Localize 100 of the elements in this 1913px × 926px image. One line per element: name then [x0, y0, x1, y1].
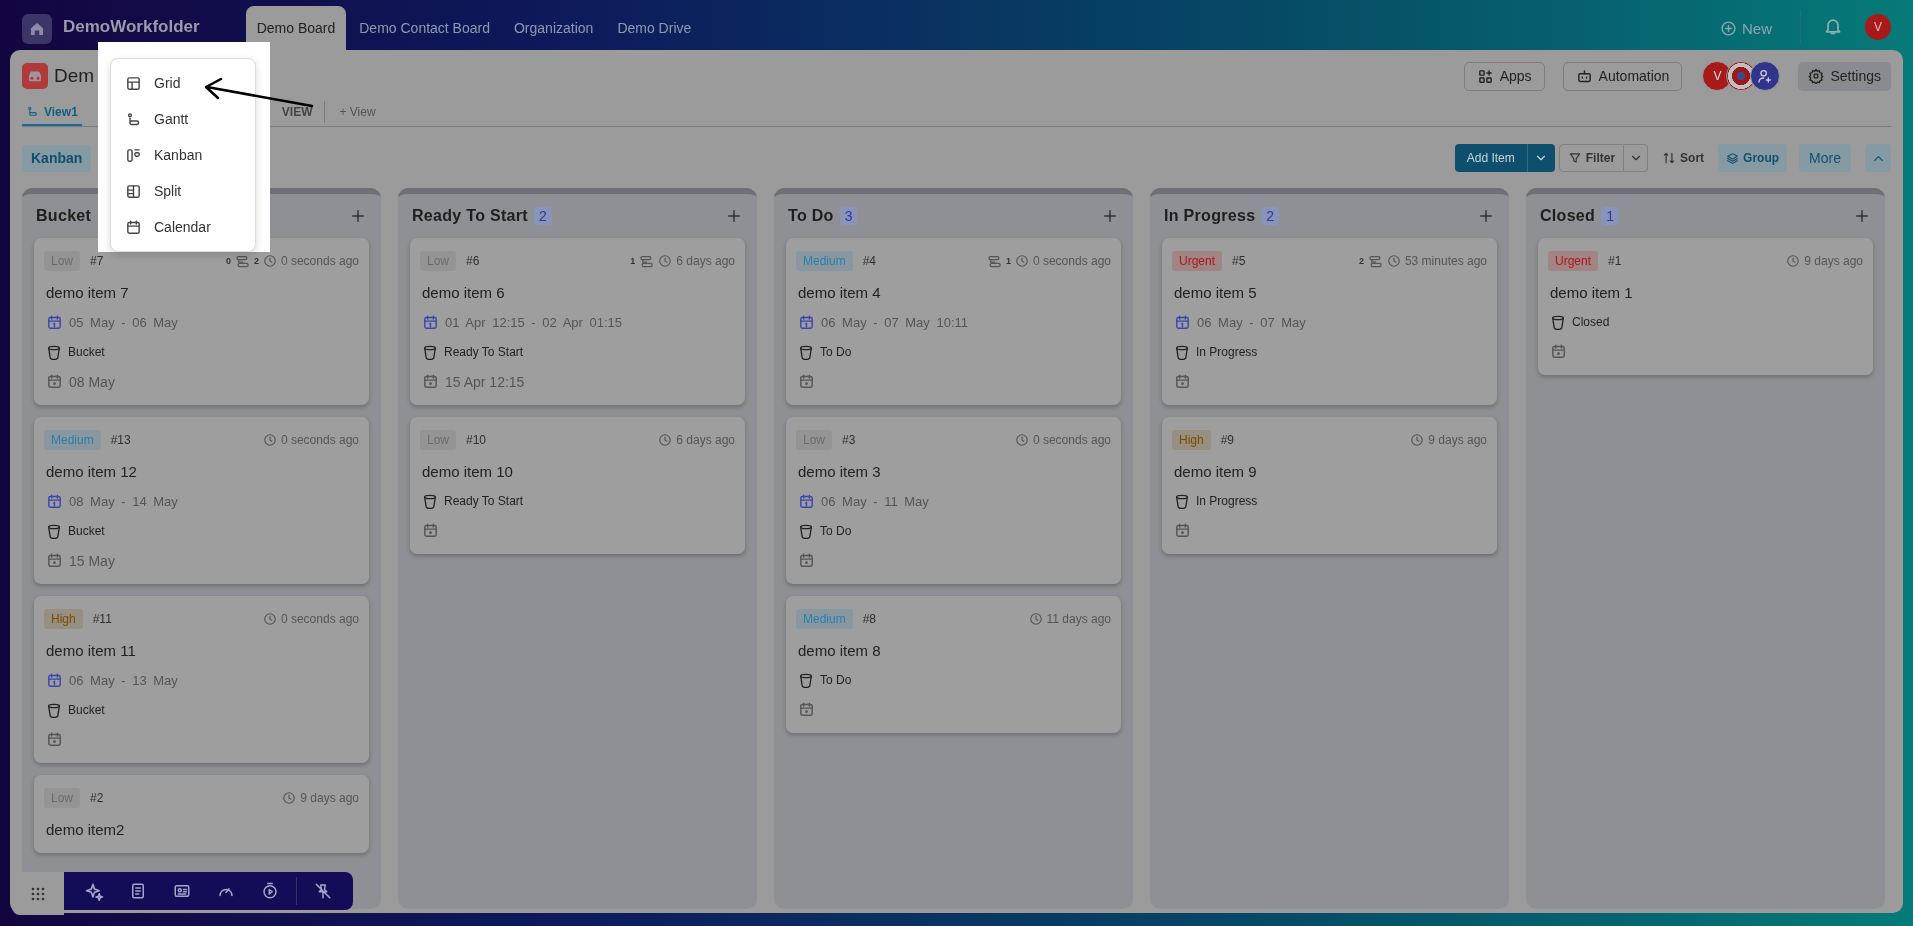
item-count: 2	[1261, 207, 1280, 225]
status-label: To Do	[820, 524, 852, 538]
updated-time: 0 seconds ago	[1032, 254, 1111, 268]
updated-time: 9 days ago	[1428, 433, 1487, 447]
date-range: 05 May - 06 May	[69, 315, 178, 330]
bucket-icon	[1174, 493, 1190, 509]
subtask-icon	[234, 253, 250, 269]
menu-item[interactable]: Gantt	[111, 101, 255, 137]
table-icon	[125, 74, 142, 92]
item-number: #4	[862, 254, 877, 268]
pin-off-icon	[314, 882, 332, 900]
item-number: #11	[92, 612, 112, 626]
gantt-icon	[125, 110, 142, 128]
card-title: demo item 12	[45, 463, 138, 480]
user-avatar[interactable]: V	[1865, 14, 1891, 40]
calendar-icon	[46, 314, 63, 331]
apps-button[interactable]: Apps	[1463, 61, 1545, 91]
bucket-icon	[422, 493, 438, 509]
clock-icon	[1014, 433, 1029, 447]
add-card-button[interactable]	[1101, 207, 1119, 225]
board-tab[interactable]: Demo Board	[245, 6, 347, 50]
board-tab[interactable]: Organization	[503, 6, 605, 50]
view-tab[interactable]: VIEW	[277, 99, 317, 126]
column-title: Closed	[1540, 207, 1596, 225]
clock-icon	[1014, 254, 1029, 268]
card-title: demo item 3	[797, 463, 882, 480]
priority-tag: Medium	[44, 430, 101, 450]
task-card[interactable]: Medium #8 11 days ago demo item 8 To Do	[786, 596, 1121, 733]
item-count: 3	[839, 207, 858, 225]
task-card[interactable]: Medium #13 0 seconds ago demo item 12 08 May - 14 May Bucket 15 May	[34, 417, 369, 584]
menu-item[interactable]: Split	[111, 173, 255, 209]
plus-circle-icon	[1720, 20, 1737, 37]
board-tab[interactable]: Demo Drive	[606, 6, 703, 50]
task-card[interactable]: Urgent #1 9 days ago demo item 1 Closed	[1538, 238, 1873, 375]
item-number: #10	[466, 433, 487, 447]
bucket-icon	[1174, 344, 1190, 360]
task-card[interactable]: Urgent #5 2 53 minutes ago demo item 5 06 May - 07 May In Progress	[1162, 238, 1497, 405]
more-button[interactable]: More	[1799, 144, 1851, 172]
home-button[interactable]	[22, 14, 52, 44]
status-label: To Do	[820, 673, 852, 687]
bucket-icon	[46, 702, 62, 718]
clock-icon	[1410, 433, 1425, 447]
add-user-icon	[1757, 68, 1774, 84]
item-number: #9	[1220, 433, 1235, 447]
add-card-button[interactable]	[725, 207, 743, 225]
plus-icon	[349, 207, 367, 225]
column-title: Ready To Start	[412, 207, 528, 225]
add-card-button[interactable]	[1853, 207, 1871, 225]
plus-icon	[1477, 207, 1495, 225]
status-label: Bucket	[68, 345, 105, 359]
subtask-count: 2	[1358, 256, 1364, 266]
updated-time: 9 days ago	[300, 791, 359, 805]
automation-button[interactable]: Automation	[1562, 61, 1683, 91]
add-card-button[interactable]	[1477, 207, 1495, 225]
add-item-button[interactable]: Add Item	[1454, 144, 1527, 172]
card-title: demo item 9	[1173, 463, 1258, 480]
add-card-button[interactable]	[349, 207, 367, 225]
sort-button[interactable]: Sort	[1656, 150, 1711, 166]
subtask-count: 0	[225, 256, 231, 266]
board-title: Dem	[54, 65, 95, 87]
plus-icon	[1853, 207, 1871, 225]
apps-icon	[1476, 67, 1494, 85]
task-card[interactable]: High #11 0 seconds ago demo item 11 06 May - 13 May Bucket	[34, 596, 369, 763]
invite-member-button[interactable]	[1750, 61, 1781, 91]
calendar-icon	[46, 493, 63, 510]
item-number: #6	[466, 254, 480, 268]
status-label: Closed	[1572, 315, 1610, 329]
task-card[interactable]: High #9 9 days ago demo item 9 In Progress	[1162, 417, 1497, 554]
clock-icon	[262, 612, 277, 626]
status-label: To Do	[820, 345, 852, 359]
menu-item[interactable]: Kanban	[111, 137, 255, 173]
bucket-icon	[422, 344, 438, 360]
date-range: 06 May - 07 May 10:11	[821, 315, 968, 330]
clock-icon	[658, 433, 673, 447]
layers-icon	[1726, 151, 1740, 165]
item-number: #2	[90, 791, 104, 805]
status-label: Bucket	[68, 524, 105, 538]
calendar-icon	[798, 314, 815, 331]
updated-time: 6 days ago	[676, 254, 735, 268]
card-title: demo item 11	[45, 642, 137, 659]
due-date-icon	[798, 373, 815, 390]
card-title: demo item 5	[1173, 284, 1258, 301]
bucket-icon	[798, 344, 814, 360]
filter-button[interactable]: Filter	[1558, 144, 1625, 172]
updated-time: 6 days ago	[676, 433, 735, 447]
apps-grid-button[interactable]	[12, 872, 64, 915]
notification-bell-icon	[1823, 16, 1843, 36]
status-label: Bucket	[68, 703, 105, 717]
calendar-icon	[1174, 314, 1191, 331]
board-tab[interactable]: Demo Contact Board	[348, 6, 501, 50]
status-label: In Progress	[1196, 345, 1258, 359]
task-card[interactable]: Medium #4 1 0 seconds ago demo item 4 06 May - 07 May 10:11 To Do	[786, 238, 1121, 405]
priority-tag: Medium	[796, 609, 853, 629]
subtask-count: 2	[253, 256, 259, 266]
date-range: 08 May - 14 May	[69, 494, 178, 509]
updated-time: 11 days ago	[1046, 612, 1111, 626]
settings-button[interactable]: Settings	[1798, 61, 1891, 91]
updated-time: 0 seconds ago	[1032, 433, 1111, 447]
menu-item[interactable]: Grid	[111, 65, 255, 101]
split-view-icon	[125, 182, 142, 200]
